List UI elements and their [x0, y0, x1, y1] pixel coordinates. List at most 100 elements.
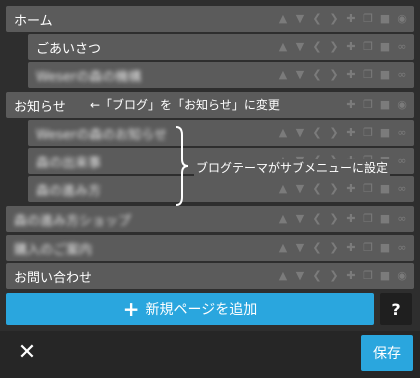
- plus-icon[interactable]: ✚: [345, 213, 357, 225]
- menu-item-organization[interactable]: Weserの森の機構 ▲ ▼ ❮ ❯ ✚ ❐ ■ ∞: [28, 62, 414, 88]
- chevron-up-icon[interactable]: ▲: [277, 270, 289, 282]
- trash-icon[interactable]: ■: [379, 13, 391, 25]
- chevron-down-icon[interactable]: ▼: [294, 127, 306, 139]
- copy-icon[interactable]: ❐: [362, 270, 374, 282]
- chevron-left-icon[interactable]: ❮: [311, 183, 323, 195]
- link-icon[interactable]: ∞: [396, 213, 408, 225]
- chevron-down-icon[interactable]: ▼: [294, 69, 306, 81]
- trash-icon[interactable]: ■: [379, 69, 391, 81]
- chevron-right-icon[interactable]: ❯: [328, 41, 340, 53]
- menu-item-label: Weserの森のお知らせ: [36, 127, 167, 143]
- chevron-up-icon[interactable]: ▲: [277, 69, 289, 81]
- trash-icon[interactable]: ■: [379, 127, 391, 139]
- chevron-up-icon[interactable]: ▲: [277, 127, 289, 139]
- eye-icon[interactable]: ◉: [396, 13, 408, 25]
- row-actions: ▲ ▼ ❮ ❯ ✚ ❐ ■ ∞: [277, 62, 408, 88]
- menu-item-label: お問い合わせ: [14, 270, 93, 286]
- chevron-up-icon[interactable]: ▲: [277, 242, 289, 254]
- menu-item-label: 森の出来事: [36, 155, 102, 171]
- chevron-down-icon[interactable]: ▼: [294, 270, 306, 282]
- link-icon[interactable]: ∞: [396, 41, 408, 53]
- menu-item-home[interactable]: ホーム ▲ ▼ ❮ ❯ ✚ ❐ ■ ◉: [6, 6, 414, 32]
- eye-icon[interactable]: ◉: [396, 99, 408, 111]
- row-actions: ▲ ▼ ❮ ❯ ✚ ❐ ■ ◉: [277, 6, 408, 32]
- chevron-down-icon[interactable]: ▼: [294, 41, 306, 53]
- menu-item-shop[interactable]: 森の進み方ショップ ▲ ▼ ❮ ❯ ✚ ❐ ■ ∞: [6, 206, 414, 232]
- menu-item-directions[interactable]: 森の進み方 ▲ ▼ ❮ ❯ ✚ ❐ ■ ∞: [28, 176, 414, 202]
- chevron-up-icon[interactable]: ▲: [277, 13, 289, 25]
- submenu-annotation: ブログテーマがサブメニューに設定: [194, 159, 391, 176]
- chevron-up-icon[interactable]: ▲: [277, 41, 289, 53]
- trash-icon[interactable]: ■: [379, 213, 391, 225]
- menu-item-purchase-guide[interactable]: 購入のご案内 ▲ ▼ ❮ ❯ ✚ ❐ ■ ∞: [6, 235, 414, 261]
- chevron-right-icon[interactable]: ❯: [328, 183, 340, 195]
- chevron-right-icon[interactable]: ❯: [328, 13, 340, 25]
- chevron-left-icon[interactable]: ❮: [311, 242, 323, 254]
- chevron-up-icon[interactable]: ▲: [277, 213, 289, 225]
- save-button[interactable]: 保存: [361, 335, 413, 371]
- chevron-right-icon[interactable]: ❯: [328, 270, 340, 282]
- chevron-right-icon[interactable]: ❯: [328, 213, 340, 225]
- chevron-left-icon[interactable]: ❮: [311, 127, 323, 139]
- trash-icon[interactable]: ■: [379, 183, 391, 195]
- menu-item-news-sub[interactable]: Weserの森のお知らせ ▲ ▼ ❮ ❯ ✚ ❐ ■ ∞: [28, 120, 414, 146]
- chevron-left-icon[interactable]: ❮: [311, 41, 323, 53]
- chevron-left-icon[interactable]: ❮: [311, 270, 323, 282]
- chevron-down-icon[interactable]: ▼: [294, 213, 306, 225]
- chevron-left-icon[interactable]: ❮: [311, 13, 323, 25]
- copy-icon[interactable]: ❐: [362, 127, 374, 139]
- plus-icon[interactable]: ✚: [345, 99, 357, 111]
- chevron-down-icon[interactable]: ▼: [294, 13, 306, 25]
- chevron-left-icon[interactable]: ❮: [311, 213, 323, 225]
- copy-icon[interactable]: ❐: [362, 41, 374, 53]
- copy-icon[interactable]: ❐: [362, 183, 374, 195]
- trash-icon[interactable]: ■: [379, 242, 391, 254]
- menu-item-contact[interactable]: お問い合わせ ▲ ▼ ❮ ❯ ✚ ❐ ■ ◉: [6, 263, 414, 289]
- copy-icon[interactable]: ❐: [362, 13, 374, 25]
- plus-icon[interactable]: ✚: [345, 127, 357, 139]
- link-icon[interactable]: ∞: [396, 127, 408, 139]
- plus-icon[interactable]: ✚: [345, 69, 357, 81]
- plus-icon[interactable]: ✚: [345, 13, 357, 25]
- trash-icon[interactable]: ■: [379, 270, 391, 282]
- chevron-down-icon[interactable]: ▼: [294, 242, 306, 254]
- plus-icon[interactable]: ✚: [345, 41, 357, 53]
- link-icon[interactable]: ∞: [396, 183, 408, 195]
- copy-icon[interactable]: ❐: [362, 69, 374, 81]
- row-actions: ▲ ▼ ❮ ❯ ✚ ❐ ■ ∞: [277, 206, 408, 232]
- rename-annotation: ←「ブログ」を「お知らせ」に変更: [90, 98, 280, 112]
- link-icon[interactable]: ∞: [396, 69, 408, 81]
- menu-item-label: ホーム: [14, 13, 53, 29]
- chevron-up-icon[interactable]: ▲: [277, 183, 289, 195]
- plus-icon[interactable]: ✚: [345, 270, 357, 282]
- copy-icon[interactable]: ❐: [362, 242, 374, 254]
- chevron-left-icon[interactable]: ❮: [311, 69, 323, 81]
- add-page-label: 新規ページを追加: [145, 302, 258, 318]
- menu-item-label: お知らせ: [14, 99, 66, 115]
- row-actions: ▲ ▼ ❮ ❯ ✚ ❐ ■ ∞: [277, 176, 408, 202]
- trash-icon[interactable]: ■: [379, 99, 391, 111]
- eye-icon[interactable]: ◉: [396, 270, 408, 282]
- row-actions: ▲ ▼ ❮ ❯ ✚ ❐ ■ ∞: [277, 34, 408, 60]
- link-icon[interactable]: ∞: [396, 242, 408, 254]
- help-button[interactable]: ?: [380, 293, 412, 325]
- close-button[interactable]: ✕: [14, 339, 40, 365]
- copy-icon[interactable]: ❐: [362, 213, 374, 225]
- plus-icon: +: [122, 297, 140, 321]
- row-actions: ✚ ❐ ■ ◉: [345, 92, 408, 118]
- trash-icon[interactable]: ■: [379, 41, 391, 53]
- menu-item-label: 森の進み方ショップ: [14, 213, 132, 229]
- row-actions: ▲ ▼ ❮ ❯ ✚ ❐ ■ ◉: [277, 263, 408, 289]
- menu-item-greeting[interactable]: ごあいさつ ▲ ▼ ❮ ❯ ✚ ❐ ■ ∞: [28, 34, 414, 60]
- copy-icon[interactable]: ❐: [362, 99, 374, 111]
- chevron-right-icon[interactable]: ❯: [328, 127, 340, 139]
- chevron-down-icon[interactable]: ▼: [294, 183, 306, 195]
- chevron-right-icon[interactable]: ❯: [328, 69, 340, 81]
- chevron-right-icon[interactable]: ❯: [328, 242, 340, 254]
- plus-icon[interactable]: ✚: [345, 183, 357, 195]
- add-page-button[interactable]: + 新規ページを追加: [6, 293, 374, 325]
- link-icon[interactable]: ∞: [396, 155, 408, 167]
- plus-icon[interactable]: ✚: [345, 242, 357, 254]
- menu-item-label: 購入のご案内: [14, 242, 93, 258]
- row-actions: ▲ ▼ ❮ ❯ ✚ ❐ ■ ∞: [277, 120, 408, 146]
